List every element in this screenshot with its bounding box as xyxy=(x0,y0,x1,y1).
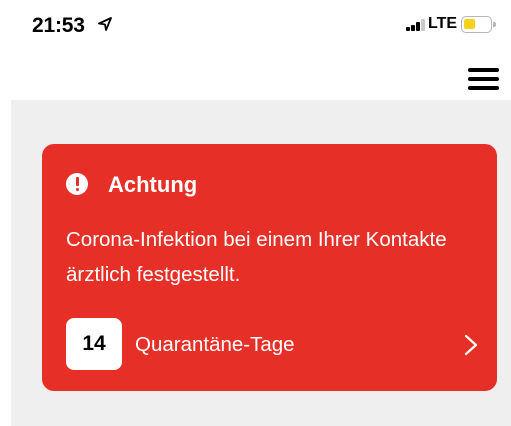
quarantine-days-row[interactable]: 14 Quarantäne-Tage xyxy=(66,318,486,372)
cellular-signal-icon xyxy=(406,19,428,31)
exclamation-circle-icon xyxy=(66,173,88,195)
alert-message: Corona-Infektion bei einem Ihrer Kontakt… xyxy=(66,228,447,286)
exposure-alert-card[interactable]: Achtung Corona-Infektion bei einem Ihrer… xyxy=(42,144,497,391)
status-time: 21:53 xyxy=(32,14,85,37)
alert-title: Achtung xyxy=(108,172,198,197)
quarantine-days-label: Quarantäne-Tage xyxy=(135,333,295,356)
status-bar: 21:53 LTE xyxy=(0,0,511,52)
quarantine-days-count: 14 xyxy=(66,318,122,370)
location-arrow-icon xyxy=(98,17,112,31)
hamburger-menu-icon[interactable] xyxy=(466,64,502,94)
network-type: LTE xyxy=(428,15,458,32)
chevron-right-icon xyxy=(464,334,478,356)
content-area: Achtung Corona-Infektion bei einem Ihrer… xyxy=(11,100,511,426)
battery-low-icon xyxy=(461,16,496,33)
